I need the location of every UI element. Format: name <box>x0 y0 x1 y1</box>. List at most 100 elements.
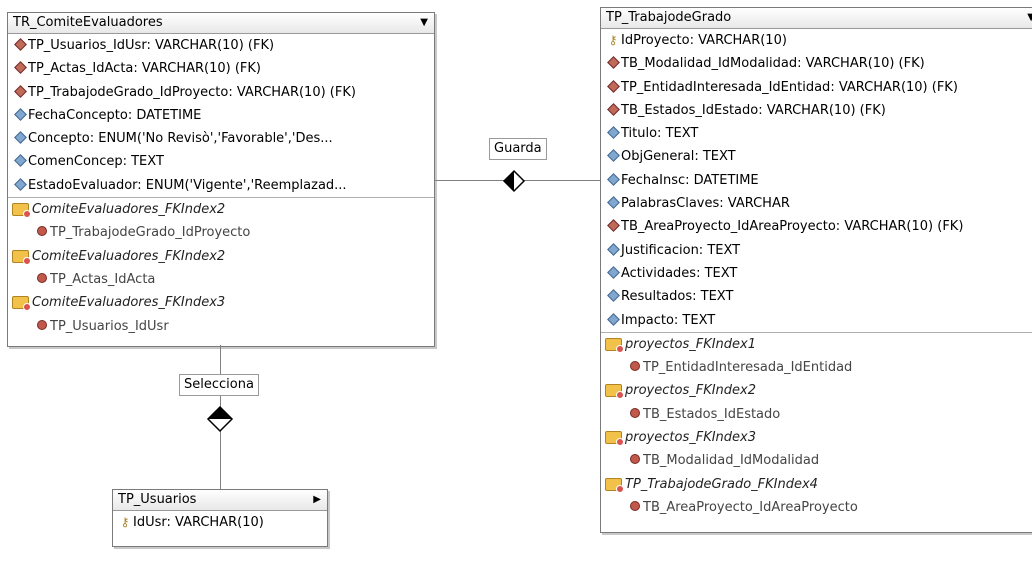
column-row[interactable]: FechaInsc: DATETIME <box>601 169 1032 192</box>
index-column-label: TP_Actas_IdActa <box>50 272 156 288</box>
index-column-label: TB_AreaProyecto_IdAreaProyecto <box>643 500 858 516</box>
column-row[interactable]: FechaConcepto: DATETIME <box>8 104 434 127</box>
index-column-label: TP_Usuarios_IdUsr <box>50 318 169 334</box>
table-header[interactable]: TP_Usuarios ▶ <box>113 490 327 511</box>
index-column-label: TP_TrabajodeGrado_IdProyecto <box>50 225 251 241</box>
column-label: ObjGeneral: TEXT <box>621 149 736 165</box>
column-label: Titulo: TEXT <box>621 126 699 142</box>
column-diamond-icon <box>12 127 28 150</box>
index-column-label: TB_Modalidad_IdModalidad <box>643 453 820 469</box>
column-label: FechaConcepto: DATETIME <box>28 108 202 124</box>
column-diamond-icon <box>605 169 621 192</box>
column-row[interactable]: TP_TrabajodeGrado_IdProyecto: VARCHAR(10… <box>8 81 434 104</box>
column-row[interactable]: EstadoEvaluador: ENUM('Vigente','Reempla… <box>8 174 434 197</box>
index-column-label: TB_Estados_IdEstado <box>643 406 781 422</box>
index-column-row[interactable]: TP_TrabajodeGrado_IdProyecto <box>8 221 434 244</box>
column-row[interactable]: TP_Usuarios_IdUsr: VARCHAR(10) (FK) <box>8 34 434 57</box>
column-row[interactable]: Justificacion: TEXT <box>601 239 1032 262</box>
index-column-dot-icon <box>34 221 50 244</box>
column-label: TP_EntidadInteresada_IdEntidad: VARCHAR(… <box>621 79 958 95</box>
fk-diamond-icon <box>605 76 621 99</box>
column-row[interactable]: TB_AreaProyecto_IdAreaProyecto: VARCHAR(… <box>601 215 1032 238</box>
index-row[interactable]: ComiteEvaluadores_FKIndex2 <box>8 198 434 221</box>
column-diamond-icon <box>605 309 621 332</box>
relation-diamond-icon <box>502 169 526 193</box>
fk-diamond-icon <box>12 57 28 80</box>
index-column-row[interactable]: TP_Usuarios_IdUsr <box>8 315 434 338</box>
column-row[interactable]: Concepto: ENUM('No Revisò','Favorable','… <box>8 127 434 150</box>
index-folder-icon <box>12 249 31 265</box>
table-header[interactable]: TP_TrabajodeGrado ▼ <box>601 8 1032 29</box>
index-name: TP_TrabajodeGrado_FKIndex4 <box>625 476 818 492</box>
column-row[interactable]: ⚷ IdUsr: VARCHAR(10) <box>113 511 327 534</box>
relation-label-guarda[interactable]: Guarda <box>489 138 547 160</box>
column-diamond-icon <box>605 145 621 168</box>
column-row[interactable]: TP_EntidadInteresada_IdEntidad: VARCHAR(… <box>601 76 1032 99</box>
column-row[interactable]: Actividades: TEXT <box>601 262 1032 285</box>
column-diamond-icon <box>605 262 621 285</box>
column-row[interactable]: Impacto: TEXT <box>601 309 1032 332</box>
index-folder-icon <box>12 203 31 219</box>
table-trabajo-de-grado[interactable]: TP_TrabajodeGrado ▼ ⚷IdProyecto: VARCHAR… <box>600 7 1032 533</box>
column-label: PalabrasClaves: VARCHAR <box>621 196 790 212</box>
index-column-row[interactable]: TB_AreaProyecto_IdAreaProyecto <box>601 496 1032 519</box>
column-diamond-icon <box>12 150 28 173</box>
column-label: FechaInsc: DATETIME <box>621 172 759 188</box>
index-folder-icon <box>12 296 31 312</box>
index-row[interactable]: ComiteEvaluadores_FKIndex3 <box>8 291 434 314</box>
index-column-dot-icon <box>34 268 50 291</box>
fk-diamond-icon <box>12 81 28 104</box>
column-diamond-icon <box>605 239 621 262</box>
column-label: IdProyecto: VARCHAR(10) <box>621 33 787 49</box>
index-row[interactable]: TP_TrabajodeGrado_FKIndex4 <box>601 473 1032 496</box>
fk-diamond-icon <box>605 52 621 75</box>
column-label: ComenConcep: TEXT <box>28 154 164 170</box>
column-label: EstadoEvaluador: ENUM('Vigente','Reempla… <box>28 177 347 193</box>
expand-arrow-icon[interactable]: ▶ <box>313 490 321 510</box>
dropdown-arrow-icon[interactable]: ▼ <box>420 13 428 33</box>
column-row[interactable]: Resultados: TEXT <box>601 285 1032 308</box>
index-column-row[interactable]: TB_Estados_IdEstado <box>601 403 1032 426</box>
index-name: ComiteEvaluadores_FKIndex3 <box>32 295 226 311</box>
fk-diamond-icon <box>12 34 28 57</box>
index-column-row[interactable]: TP_Actas_IdActa <box>8 268 434 291</box>
index-row[interactable]: proyectos_FKIndex1 <box>601 333 1032 356</box>
index-name: proyectos_FKIndex2 <box>625 383 757 399</box>
column-label: TP_Usuarios_IdUsr: VARCHAR(10) (FK) <box>28 38 275 54</box>
column-row[interactable]: TP_Actas_IdActa: VARCHAR(10) (FK) <box>8 57 434 80</box>
index-row[interactable]: ComiteEvaluadores_FKIndex2 <box>8 245 434 268</box>
index-name: ComiteEvaluadores_FKIndex2 <box>32 202 226 218</box>
index-column-row[interactable]: TP_EntidadInteresada_IdEntidad <box>601 356 1032 379</box>
column-label: TP_Actas_IdActa: VARCHAR(10) (FK) <box>28 61 261 77</box>
column-diamond-icon <box>12 104 28 127</box>
column-row[interactable]: ObjGeneral: TEXT <box>601 145 1032 168</box>
column-row[interactable]: Titulo: TEXT <box>601 122 1032 145</box>
index-name: proyectos_FKIndex1 <box>625 336 757 352</box>
table-header[interactable]: TR_ComiteEvaluadores ▼ <box>8 13 434 34</box>
index-folder-icon <box>605 337 624 353</box>
column-row[interactable]: TB_Estados_IdEstado: VARCHAR(10) (FK) <box>601 99 1032 122</box>
table-comite-evaluadores[interactable]: TR_ComiteEvaluadores ▼ TP_Usuarios_IdUsr… <box>7 12 435 347</box>
column-row[interactable]: ⚷ IdProyecto: VARCHAR(10) <box>601 29 1032 52</box>
index-name: proyectos_FKIndex3 <box>625 430 757 446</box>
index-row[interactable]: proyectos_FKIndex2 <box>601 379 1032 402</box>
column-row[interactable]: ComenConcep: TEXT <box>8 150 434 173</box>
table-usuarios[interactable]: TP_Usuarios ▶ ⚷ IdUsr: VARCHAR(10) <box>112 489 328 547</box>
column-label: Impacto: TEXT <box>621 312 716 328</box>
relation-diamond-icon <box>206 405 234 433</box>
fk-diamond-icon <box>605 99 621 122</box>
index-column-row[interactable]: TB_Modalidad_IdModalidad <box>601 449 1032 472</box>
column-diamond-icon <box>605 122 621 145</box>
table-title: TR_ComiteEvaluadores <box>13 15 163 30</box>
index-column-dot-icon <box>627 356 643 379</box>
table-title: TP_TrabajodeGrado <box>606 10 732 25</box>
column-label: TB_Estados_IdEstado: VARCHAR(10) (FK) <box>621 103 886 119</box>
column-row[interactable]: TB_Modalidad_IdModalidad: VARCHAR(10) (F… <box>601 52 1032 75</box>
index-folder-icon <box>605 431 624 447</box>
index-row[interactable]: proyectos_FKIndex3 <box>601 426 1032 449</box>
key-icon: ⚷ <box>608 33 618 47</box>
index-column-dot-icon <box>627 449 643 472</box>
relation-label-selecciona[interactable]: Selecciona <box>179 374 259 396</box>
dropdown-arrow-icon[interactable]: ▼ <box>1027 8 1032 28</box>
column-row[interactable]: PalabrasClaves: VARCHAR <box>601 192 1032 215</box>
